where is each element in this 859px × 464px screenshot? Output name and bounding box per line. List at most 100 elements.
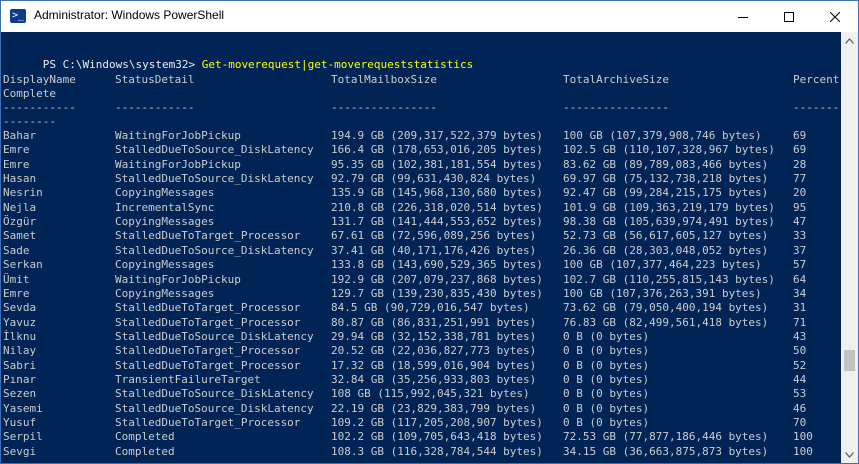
row-statusdetail: Completed bbox=[115, 444, 175, 458]
row-displayname: Emre bbox=[3, 143, 30, 157]
row-totalmailboxsize: 129.7 GB (139,230,835,430 bytes) bbox=[331, 286, 543, 300]
table-row: Yasemi StalledDueToSource_DiskLatency 22.1… bbox=[3, 402, 839, 416]
row-totalmailboxsize: 194.9 GB (209,317,522,379 bytes) bbox=[331, 129, 543, 142]
row-totalmailboxsize: 131.7 GB (141,444,553,652 bytes) bbox=[331, 215, 543, 229]
header-row: DisplayName StatusDetail TotalMailboxSiz… bbox=[3, 73, 839, 87]
maximize-button[interactable] bbox=[766, 1, 812, 32]
separator-displayname: ----------- bbox=[3, 101, 76, 114]
table-row: Yusuf StalledDueToTarget_Processor 109.2 G… bbox=[3, 416, 839, 430]
row-totalarchivesize: 0 B (0 bytes) bbox=[563, 329, 650, 343]
row-totalarchivesize: 83.62 GB (89,789,083,466 bytes) bbox=[563, 157, 769, 171]
separator-wrap: -------- bbox=[3, 115, 56, 128]
row-totalmailboxsize: 20.52 GB (22,036,827,773 bytes) bbox=[331, 344, 537, 358]
row-totalmailboxsize: 22.19 GB (23,829,383,799 bytes) bbox=[331, 401, 537, 415]
row-totalmailboxsize: 108 GB (115,992,045,321 bytes) bbox=[331, 387, 530, 401]
row-displayname: Pınar bbox=[3, 372, 37, 386]
row-totalarchivesize: 34.15 GB (36,663,875,873 bytes) bbox=[563, 444, 769, 458]
row-displayname: Sade bbox=[3, 243, 30, 257]
row-totalarchivesize: 0 B (0 bytes) bbox=[563, 372, 650, 386]
row-totalarchivesize: 72.53 GB (77,877,186,446 bytes) bbox=[563, 430, 769, 444]
maximize-icon bbox=[784, 11, 794, 22]
header-percent: Percent bbox=[793, 73, 840, 86]
scroll-down-button[interactable] bbox=[841, 446, 858, 463]
row-percent: 37 bbox=[793, 243, 807, 257]
row-totalmailboxsize: 166.4 GB (178,653,016,205 bytes) bbox=[331, 143, 543, 157]
row-statusdetail: StalledDueToSource_DiskLatency bbox=[115, 143, 314, 157]
row-displayname: Sevda bbox=[3, 301, 37, 315]
table-row: Nejla IncrementalSync 210.8 GB (226,318,02… bbox=[3, 201, 839, 215]
row-percent: 28 bbox=[793, 157, 807, 171]
powershell-window: >_ Administrator: Windows PowerShell PS … bbox=[0, 0, 859, 464]
table-row: Nesrin CopyingMessages 135.9 GB (145,968,1… bbox=[3, 186, 839, 200]
table-row: Emre WaitingForJobPickup 95.35 GB (102,381… bbox=[3, 158, 839, 172]
row-totalmailboxsize: 80.87 GB (86,831,251,991 bytes) bbox=[331, 315, 537, 329]
table-row: Nilay StalledDueToTarget_Processor 20.52 G… bbox=[3, 344, 839, 358]
row-percent: 100 bbox=[793, 430, 813, 444]
row-totalmailboxsize: 17.32 GB (18,599,016,904 bytes) bbox=[331, 358, 537, 372]
close-button[interactable] bbox=[812, 1, 858, 32]
row-totalarchivesize: 73.62 GB (79,050,400,194 bytes) bbox=[563, 301, 769, 315]
row-totalarchivesize: 92.47 GB (99,284,215,175 bytes) bbox=[563, 186, 769, 200]
row-percent: 44 bbox=[793, 372, 807, 386]
console-output[interactable]: PS C:\Windows\system32> Get-moverequest|… bbox=[1, 32, 841, 463]
table-row: Pınar TransientFailureTarget 32.84 GB (35,… bbox=[3, 373, 839, 387]
row-percent: 70 bbox=[793, 416, 807, 429]
row-totalmailboxsize: 133.8 GB (143,690,529,365 bytes) bbox=[331, 258, 543, 272]
row-statusdetail: CopyingMessages bbox=[115, 186, 215, 200]
row-totalarchivesize: 0 B (0 bytes) bbox=[563, 358, 650, 372]
row-totalmailboxsize: 135.9 GB (145,968,130,680 bytes) bbox=[331, 186, 543, 200]
row-percent: 69 bbox=[793, 143, 807, 157]
row-statusdetail: StalledDueToSource_DiskLatency bbox=[115, 387, 314, 401]
row-totalarchivesize: 0 B (0 bytes) bbox=[563, 416, 650, 429]
row-statusdetail: StalledDueToTarget_Processor bbox=[115, 344, 301, 358]
row-percent: 50 bbox=[793, 344, 807, 358]
row-statusdetail: Completed bbox=[115, 430, 175, 444]
table-row: İlknu StalledDueToSource_DiskLatency 29.94… bbox=[3, 330, 839, 344]
row-percent: 95 bbox=[793, 200, 807, 214]
row-statusdetail: WaitingForJobPickup bbox=[115, 157, 241, 171]
header-wrap: Complete bbox=[3, 87, 56, 100]
row-displayname: Bahar bbox=[3, 129, 37, 142]
row-totalmailboxsize: 95.35 GB (102,381,181,554 bytes) bbox=[331, 157, 543, 171]
row-percent: 100 bbox=[793, 444, 813, 458]
row-totalarchivesize: 76.83 GB (82,499,561,418 bytes) bbox=[563, 315, 769, 329]
row-percent: 64 bbox=[793, 272, 807, 286]
table-row: Bahar WaitingForJobPickup 194.9 GB (209,31… bbox=[3, 129, 839, 143]
row-displayname: Yusuf bbox=[3, 416, 37, 429]
row-displayname: Emre bbox=[3, 286, 30, 300]
table-row: Serkan CopyingMessages 133.8 GB (143,690,5… bbox=[3, 258, 839, 272]
row-totalarchivesize: 0 B (0 bytes) bbox=[563, 387, 650, 401]
row-totalmailboxsize: 84.5 GB (90,729,016,547 bytes) bbox=[331, 301, 530, 315]
row-percent: 52 bbox=[793, 358, 807, 372]
separator-row: ----------- ------------ ---------------… bbox=[3, 101, 839, 115]
vertical-scrollbar[interactable] bbox=[841, 32, 858, 463]
table-row: Özgür CopyingMessages 131.7 GB (141,444,55… bbox=[3, 215, 839, 229]
row-displayname: Nilay bbox=[3, 344, 37, 358]
row-displayname: Emre bbox=[3, 157, 30, 171]
console-prompt: PS C:\Windows\system32> bbox=[42, 58, 202, 71]
scroll-up-button[interactable] bbox=[841, 32, 858, 49]
row-statusdetail: StalledDueToSource_DiskLatency bbox=[115, 172, 314, 186]
row-displayname: Özgür bbox=[3, 215, 37, 229]
row-statusdetail: WaitingForJobPickup bbox=[115, 129, 241, 142]
title-bar[interactable]: >_ Administrator: Windows PowerShell bbox=[1, 1, 858, 32]
row-percent: 33 bbox=[793, 229, 807, 243]
row-percent: 31 bbox=[793, 301, 807, 315]
row-totalarchivesize: 26.36 GB (28,303,048,052 bytes) bbox=[563, 243, 769, 257]
row-displayname: Serpil bbox=[3, 430, 43, 444]
scrollbar-thumb[interactable] bbox=[844, 350, 855, 371]
minimize-button[interactable] bbox=[720, 1, 766, 32]
separator-totalarchivesize: ---------------- bbox=[563, 101, 669, 114]
row-displayname: Ümit bbox=[3, 272, 30, 286]
table-row: Sabri StalledDueToTarget_Processor 17.32 G… bbox=[3, 359, 839, 373]
separator-statusdetail: ------------ bbox=[115, 101, 195, 114]
row-percent: 57 bbox=[793, 258, 807, 272]
row-percent: 71 bbox=[793, 315, 807, 329]
header-totalarchivesize: TotalArchiveSize bbox=[563, 73, 669, 86]
row-displayname: Nejla bbox=[3, 200, 37, 214]
row-statusdetail: TransientFailureTarget bbox=[115, 372, 261, 386]
row-displayname: Sezen bbox=[3, 387, 37, 401]
row-percent: 47 bbox=[793, 215, 807, 229]
row-totalmailboxsize: 109.2 GB (117,205,208,907 bytes) bbox=[331, 416, 543, 429]
powershell-icon: >_ bbox=[10, 9, 26, 23]
